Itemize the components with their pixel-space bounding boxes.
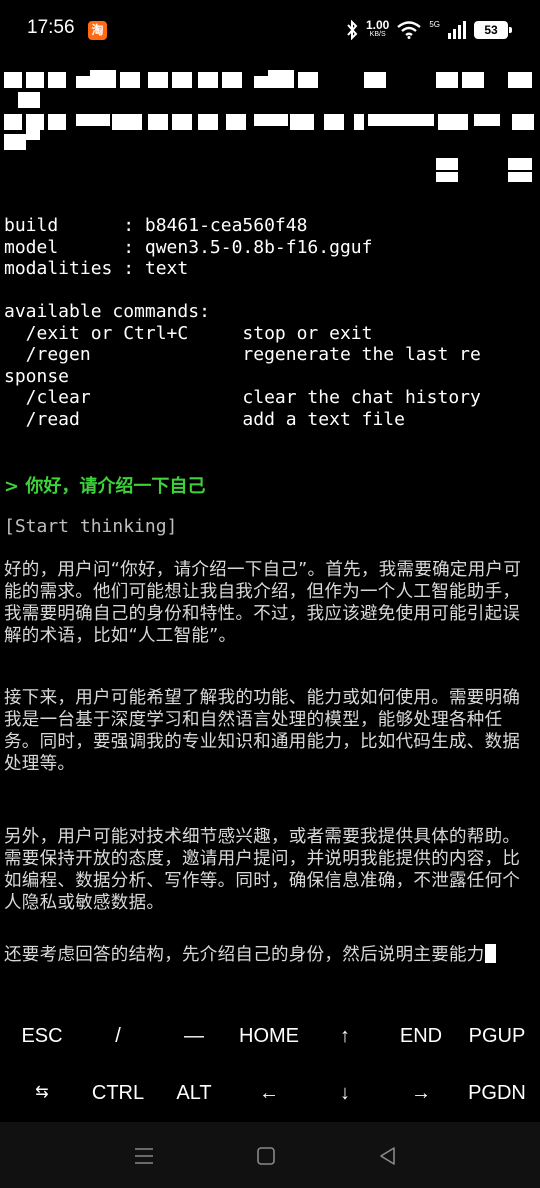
user-prompt: > 你好，请介绍一下自己 — [4, 476, 206, 497]
command-line-regen-wrap: sponse — [4, 365, 70, 387]
response-text: 还要考虑回答的结构，先介绍自己的身份，然后说明主要能力 — [4, 945, 485, 965]
bluetooth-icon — [347, 20, 358, 40]
network-type: 5G — [429, 19, 440, 29]
status-icons: 1.00 KB/S 5G 53 — [346, 18, 512, 41]
key-left-arrow[interactable]: ← — [231, 1065, 307, 1121]
command-line-clear: /clear clear the chat history — [4, 387, 481, 408]
status-time: 17:56 — [27, 17, 75, 38]
command-line-read: /read add a text file — [4, 408, 405, 430]
system-nav-bar — [0, 1122, 540, 1188]
menu-icon[interactable] — [132, 1144, 156, 1168]
key-slash[interactable]: / — [80, 1008, 156, 1064]
net-speed: 1.00 KB/S — [365, 18, 390, 38]
key-tab-icon[interactable]: ⇆ — [4, 1065, 80, 1121]
command-line-exit: /exit or Ctrl+C stop or exit — [4, 322, 373, 344]
extra-keys-bar: ESC / — HOME ↑ END PGUP ⇆ CTRL ALT ← ↓ →… — [0, 1008, 540, 1122]
ascii-banner-logo — [4, 70, 534, 182]
key-pgup[interactable]: PGUP — [459, 1008, 535, 1064]
text-cursor — [484, 944, 496, 963]
response-paragraph: 另外，用户可能对技术细节感兴趣，或者需要我提供具体的帮助。需要保持开放的态度，邀… — [4, 827, 521, 913]
command-line-regen: /regen regenerate the last re — [4, 344, 481, 365]
modalities-info: modalities : text — [4, 258, 189, 279]
key-alt[interactable]: ALT — [156, 1065, 232, 1121]
model-info: model : qwen3.5-0.8b-f16.gguf — [4, 236, 373, 258]
battery-icon: 53 — [474, 21, 512, 39]
key-home[interactable]: HOME — [231, 1008, 307, 1064]
key-dash[interactable]: — — [156, 1008, 232, 1064]
key-down-arrow[interactable]: ↓ — [307, 1065, 383, 1121]
key-up-arrow[interactable]: ↑ — [307, 1008, 383, 1064]
wifi-icon — [397, 21, 422, 39]
back-icon[interactable] — [376, 1144, 400, 1168]
signal-icon — [448, 21, 466, 39]
response-paragraph: 好的，用户问“你好，请介绍一下自己”。首先，我需要确定用户可能的需求。他们可能想… — [4, 560, 522, 646]
status-bar: 17:56 淘 1.00 KB/S 5G 53 — [0, 0, 540, 60]
taobao-icon: 淘 — [88, 21, 107, 40]
response-paragraph: 接下来，用户可能希望了解我的功能、能力或如何使用。需要明确我是一台基于深度学习和… — [4, 688, 521, 774]
thinking-tag: [Start thinking] — [4, 516, 178, 537]
key-pgdn[interactable]: PGDN — [459, 1065, 535, 1121]
build-info: build : b8461-cea560f48 — [4, 215, 308, 236]
key-esc[interactable]: ESC — [4, 1008, 80, 1064]
key-right-arrow[interactable]: → — [383, 1065, 459, 1121]
terminal-output[interactable]: build : b8461-cea560f48 model : qwen3.5-… — [0, 60, 540, 1005]
home-icon[interactable] — [254, 1144, 278, 1168]
commands-header: available commands: — [4, 301, 210, 322]
key-ctrl[interactable]: CTRL — [80, 1065, 156, 1121]
key-end[interactable]: END — [383, 1008, 459, 1064]
response-paragraph-streaming: 还要考虑回答的结构，先介绍自己的身份，然后说明主要能力 — [4, 944, 534, 966]
